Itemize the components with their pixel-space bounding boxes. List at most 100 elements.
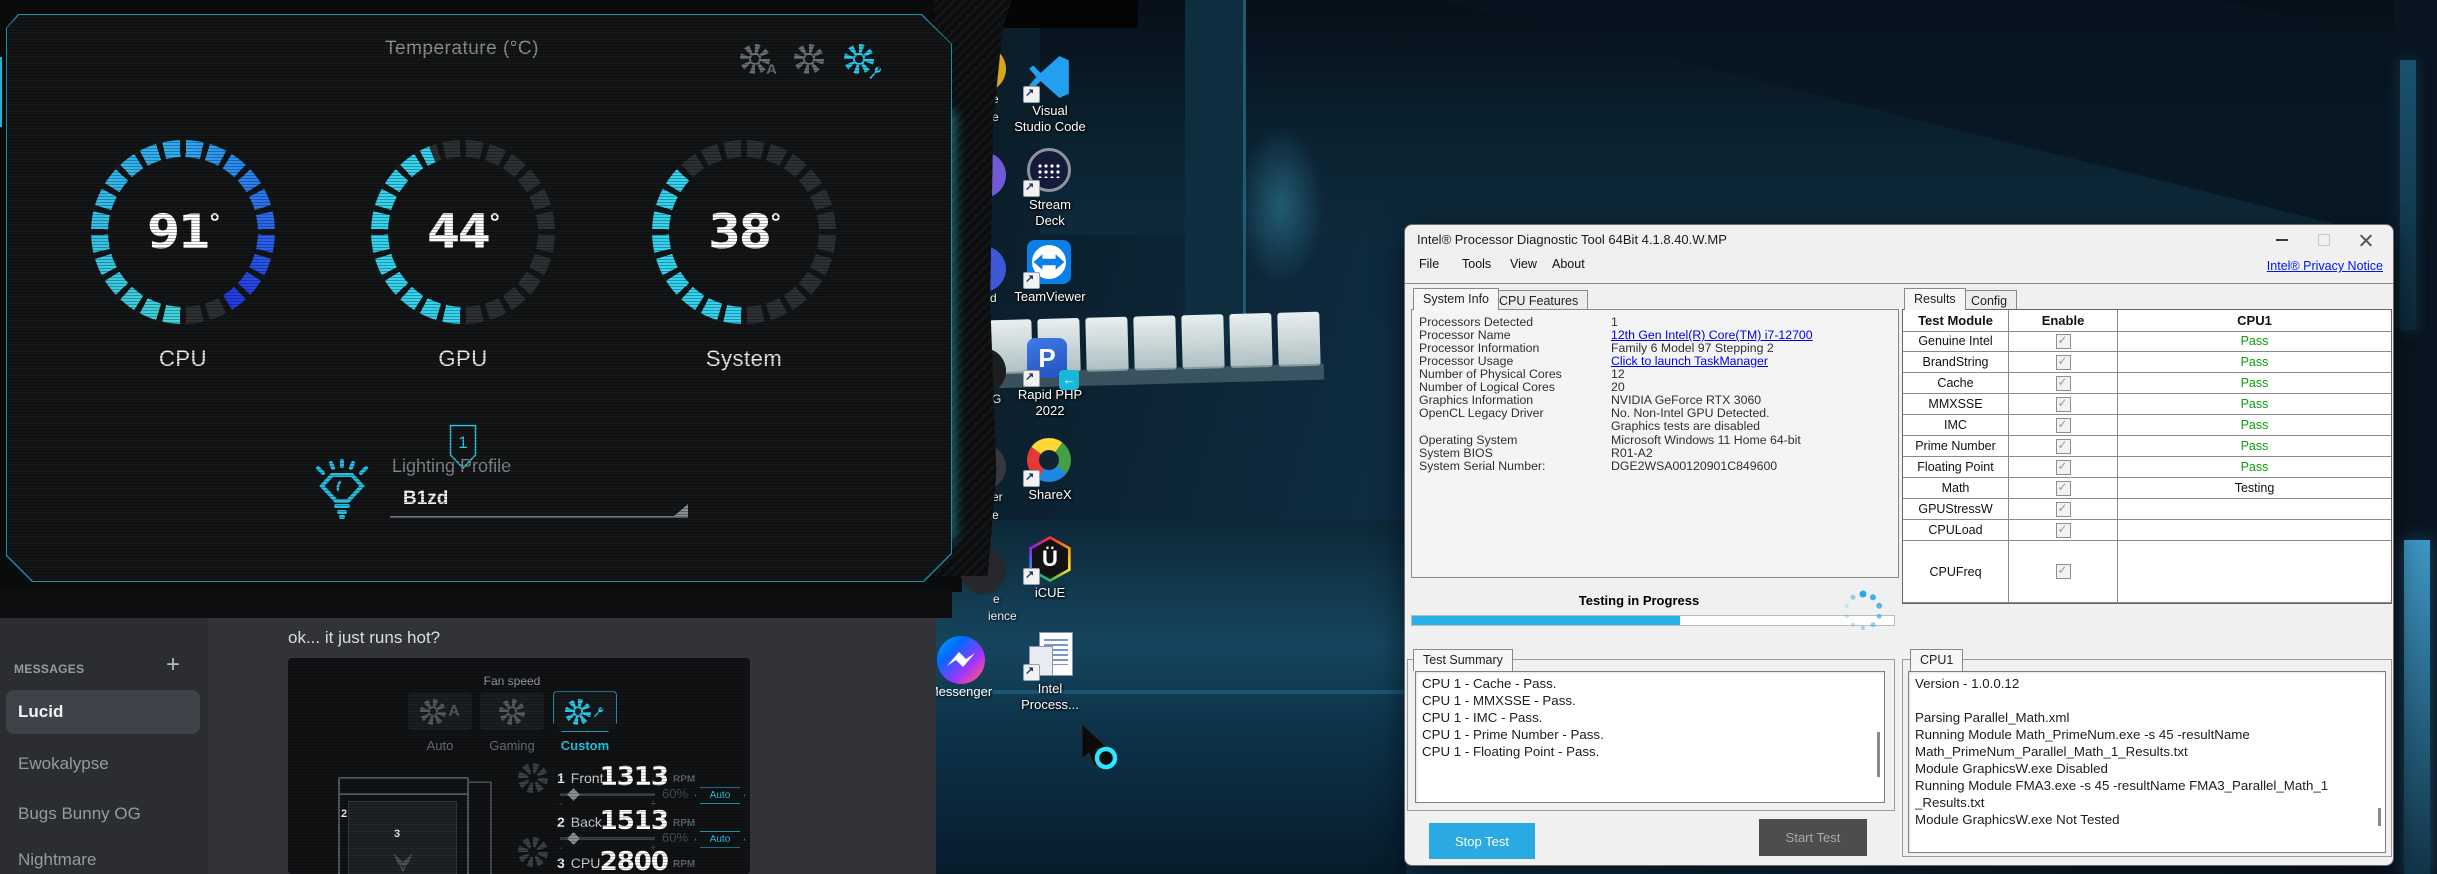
menu-file[interactable]: File xyxy=(1419,257,1439,271)
window-title: Intel® Processor Diagnostic Tool 64Bit 4… xyxy=(1417,232,1727,247)
enable-checkbox[interactable] xyxy=(2009,352,2118,373)
desktop-screen: e e d G er e e ience Messenger VisualStu… xyxy=(0,0,2437,874)
result-cell xyxy=(2118,499,2391,520)
desktop-icon-icue[interactable]: iCUE xyxy=(995,536,1105,601)
intel-diagnostic-window: Intel® Processor Diagnostic Tool 64Bit 4… xyxy=(1404,224,2394,866)
conversation-lucid[interactable]: Lucid xyxy=(6,690,200,734)
maximize-button[interactable] xyxy=(2307,229,2341,251)
lighting-profile-value[interactable]: B1zd xyxy=(403,488,448,510)
predator-temperature-panel: Temperature (°C) A 91° 44° 3 xyxy=(6,10,952,588)
lighting-bulb-icon xyxy=(310,456,374,520)
gauge-label-system: System xyxy=(652,346,836,372)
fan-auto-toggle[interactable]: Auto xyxy=(695,787,745,804)
tab-system-info[interactable]: System Info xyxy=(1413,288,1499,310)
progress-fill xyxy=(1412,616,1680,625)
enable-checkbox[interactable] xyxy=(2009,331,2118,352)
shortcut-arrow-icon xyxy=(1023,370,1040,387)
enable-checkbox[interactable] xyxy=(2009,436,2118,457)
auto-fan-mode-icon[interactable]: A xyxy=(740,44,770,74)
fan-slider-knob[interactable] xyxy=(567,832,580,845)
mode-label-auto[interactable]: Auto xyxy=(405,738,475,753)
add-conversation-button[interactable]: + xyxy=(166,651,180,679)
svg-text:1: 1 xyxy=(458,433,467,452)
scrollbar-thumb[interactable] xyxy=(2378,808,2381,826)
gpu-temperature-gauge: 44° xyxy=(371,140,555,324)
privacy-notice-link[interactable]: Intel® Privacy Notice xyxy=(2267,259,2383,273)
desktop-icon-teamviewer[interactable]: TeamViewer xyxy=(995,240,1105,305)
custom-fan-mode-icon[interactable] xyxy=(844,44,874,74)
desktop-icon-vscode[interactable]: VisualStudio Code xyxy=(995,54,1105,135)
minimize-button[interactable] xyxy=(2265,229,2299,251)
window-gap-band xyxy=(0,588,952,618)
shortcut-arrow-icon xyxy=(1023,568,1040,585)
menu-view[interactable]: View xyxy=(1510,257,1537,271)
panel-title: Temperature (°C) xyxy=(6,38,918,60)
messenger-icon xyxy=(937,636,985,684)
shortcut-arrow-icon xyxy=(1023,272,1040,289)
enable-checkbox[interactable] xyxy=(2009,478,2118,499)
desktop-icon-messenger[interactable]: Messenger xyxy=(937,636,995,699)
enable-checkbox[interactable] xyxy=(2009,394,2118,415)
gauge-label-gpu: GPU xyxy=(371,346,555,372)
tab-test-summary[interactable]: Test Summary xyxy=(1413,649,1513,671)
tab-cpu-features[interactable]: CPU Features xyxy=(1489,290,1588,310)
enable-checkbox[interactable] xyxy=(2009,415,2118,436)
desktop-icon-rapidphp[interactable]: P ← Rapid PHP2022 xyxy=(995,338,1105,419)
stop-test-button[interactable]: Stop Test xyxy=(1429,823,1535,859)
enable-checkbox[interactable] xyxy=(2009,457,2118,478)
panel-edge-accent xyxy=(0,57,2,127)
tab-results[interactable]: Results xyxy=(1904,288,1966,310)
test-summary-list[interactable]: CPU 1 - Cache - Pass. CPU 1 - MMXSSE - P… xyxy=(1415,671,1885,803)
task-manager-link[interactable]: Click to launch TaskManager xyxy=(1611,354,1768,368)
result-cell xyxy=(2118,541,2391,603)
enable-checkbox[interactable] xyxy=(2009,499,2118,520)
mode-label-gaming[interactable]: Gaming xyxy=(477,738,547,753)
conversation-ewokalypse[interactable]: Ewokalypse xyxy=(6,742,200,786)
messages-sidebar: MESSAGES + Lucid Ewokalypse Bugs Bunny O… xyxy=(0,618,208,874)
conversation-bugs-bunny[interactable]: Bugs Bunny OG xyxy=(6,792,200,836)
enable-checkbox[interactable] xyxy=(2009,373,2118,394)
cpu-temperature-gauge: 91° xyxy=(91,140,275,324)
desktop-icon-streamdeck[interactable]: StreamDeck xyxy=(995,148,1105,229)
desktop-icon-sharex[interactable]: ShareX xyxy=(995,438,1105,503)
fan-icon xyxy=(518,763,548,793)
close-button[interactable] xyxy=(2349,229,2383,251)
tab-cpu1[interactable]: CPU1 xyxy=(1910,649,1963,671)
fan-mode-custom-button[interactable] xyxy=(553,691,617,732)
result-cell: Pass xyxy=(2118,457,2391,478)
mouse-cursor xyxy=(1080,722,1124,772)
gaming-fan-mode-icon[interactable] xyxy=(794,44,824,74)
menu-about[interactable]: About xyxy=(1552,257,1585,271)
fan-speed-embed[interactable]: Fan speed A Auto Gaming Custom 1Front 13… xyxy=(288,658,750,874)
progress-bar xyxy=(1411,615,1895,626)
shortcut-arrow-icon xyxy=(1023,470,1040,487)
result-cell: Pass xyxy=(2118,415,2391,436)
processor-name-link[interactable]: 12th Gen Intel(R) Core(TM) i7-12700 xyxy=(1611,328,1813,342)
background-glow xyxy=(1238,125,1324,285)
shortcut-arrow-icon xyxy=(1023,180,1040,197)
scrollbar-thumb[interactable] xyxy=(1877,732,1880,777)
result-cell: Pass xyxy=(2118,331,2391,352)
menu-tools[interactable]: Tools xyxy=(1462,257,1491,271)
desktop-icon-intel-diag[interactable]: IntelProcess... xyxy=(995,632,1105,713)
cpu1-log-list[interactable]: Version - 1.0.0.12 Parsing Parallel_Math… xyxy=(1908,671,2386,853)
shortcut-arrow-icon xyxy=(1023,86,1040,103)
tab-config[interactable]: Config xyxy=(1961,290,2017,310)
result-cell: Pass xyxy=(2118,436,2391,457)
fan-percent: 60% xyxy=(662,830,688,845)
start-test-button[interactable]: Start Test xyxy=(1759,819,1867,856)
dropdown-underline xyxy=(390,516,688,518)
messages-window: MESSAGES + Lucid Ewokalypse Bugs Bunny O… xyxy=(0,618,936,874)
fan-auto-toggle[interactable]: Auto xyxy=(695,831,745,848)
fan-mode-gaming-button[interactable] xyxy=(480,693,544,730)
fan-icon xyxy=(518,837,548,867)
dropdown-arrow-icon[interactable] xyxy=(674,504,688,516)
enable-checkbox[interactable] xyxy=(2009,520,2118,541)
fan-slider-knob[interactable] xyxy=(567,788,580,801)
messages-header: MESSAGES xyxy=(14,662,84,676)
fan-mode-auto-button[interactable]: A xyxy=(408,693,472,730)
enable-checkbox[interactable] xyxy=(2009,541,2118,603)
loading-spinner-icon xyxy=(1841,589,1885,633)
mode-label-custom[interactable]: Custom xyxy=(550,738,620,753)
conversation-nightmare[interactable]: Nightmare xyxy=(6,838,200,874)
